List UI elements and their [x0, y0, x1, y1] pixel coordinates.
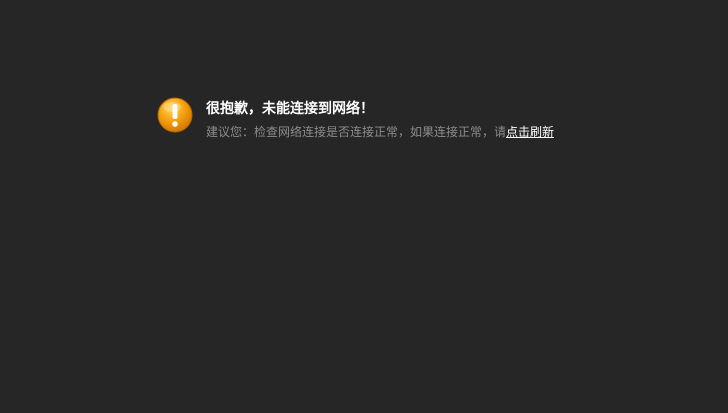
error-title: 很抱歉，未能连接到网络！	[206, 101, 374, 117]
error-message-block: 很抱歉，未能连接到网络！ 建议您：检查网络连接是否连接正常，如果连接正常，请点击…	[206, 97, 554, 140]
refresh-link[interactable]: 点击刷新	[506, 125, 554, 139]
suggestion-text: 建议您：检查网络连接是否连接正常，如果连接正常，请	[206, 125, 507, 139]
warning-exclamation-icon	[157, 97, 193, 133]
page: 很抱歉，未能连接到网络！ 建议您：检查网络连接是否连接正常，如果连接正常，请点击…	[0, 0, 728, 413]
network-error-panel: 很抱歉，未能连接到网络！ 建议您：检查网络连接是否连接正常，如果连接正常，请点击…	[157, 97, 554, 140]
error-suggestion: 建议您：检查网络连接是否连接正常，如果连接正常，请点击刷新	[206, 124, 554, 140]
